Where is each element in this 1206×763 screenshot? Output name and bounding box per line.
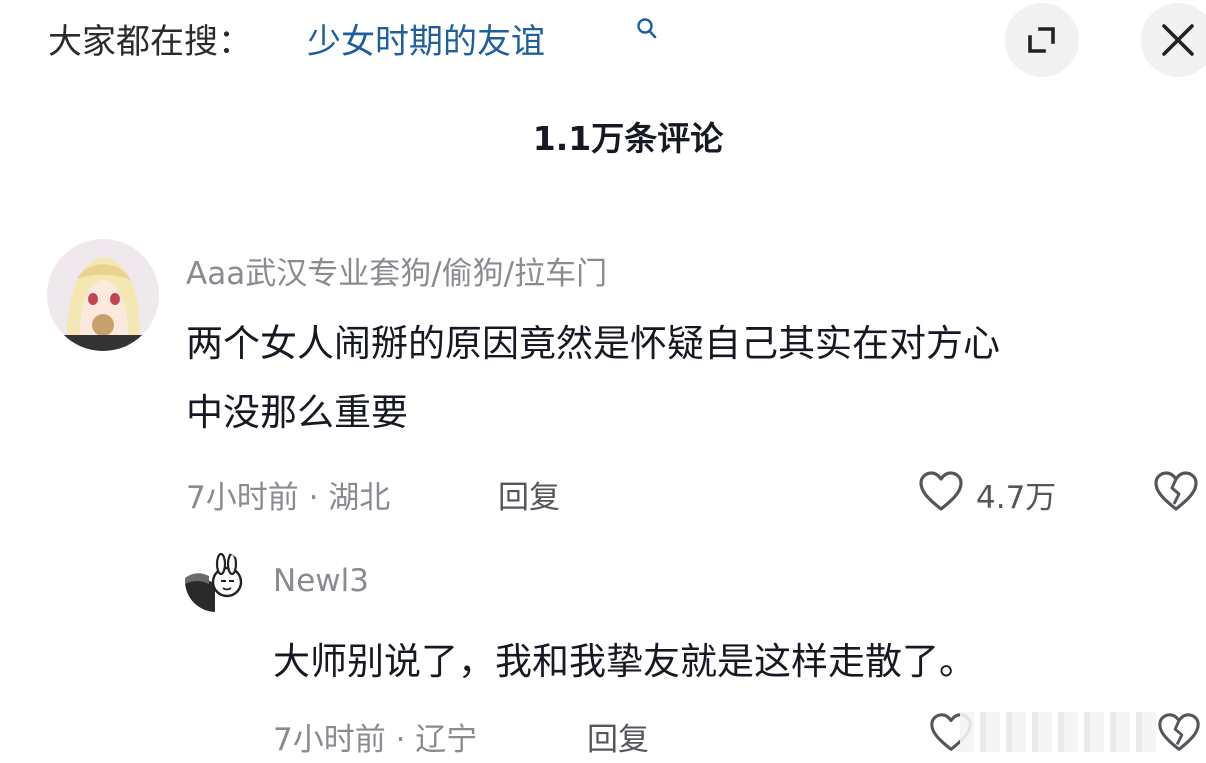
search-icon[interactable] [634,16,660,42]
comment-text: 两个女人闹掰的原因竟然是怀疑自己其实在对方心 中没那么重要 [186,309,1196,447]
reply-reply-button[interactable]: 回复 [587,714,649,759]
avatar[interactable] [47,239,159,351]
comment-text-line1: 两个女人闹掰的原因竟然是怀疑自己其实在对方心 [186,322,1000,365]
comment-count-title: 1.1万条评论 [532,119,724,158]
reply-avatar[interactable] [185,550,247,612]
comment-reply-button[interactable]: 回复 [498,472,560,517]
comment-username[interactable]: Aaa武汉专业套狗/偷狗/拉车门 [186,248,607,293]
reply-username[interactable]: Newl3 [273,563,369,599]
close-button[interactable] [1141,3,1206,77]
search-prefix: 大家都在搜： [48,22,252,62]
close-icon [1162,24,1194,56]
comment-like-count: 4.7万 [976,480,1057,516]
comment-text-line2: 中没那么重要 [186,391,408,434]
broken-heart-icon[interactable] [1152,468,1200,516]
expand-icon [1028,27,1055,53]
expand-button[interactable] [1005,3,1079,77]
heart-icon[interactable] [917,468,965,516]
reply-text: 大师别说了，我和我挚友就是这样走散了。 [273,640,976,683]
search-suggestion-link[interactable]: 少女时期的友谊 [307,14,545,63]
reply-broken-heart-icon[interactable] [1156,710,1202,756]
comment-time-location: 7小时前 · 湖北 [186,480,391,516]
blurred-region [960,712,1160,752]
top-bar: 大家都在搜： 少女时期的友谊 [0,0,1206,80]
reply-time-location: 7小时前 · 辽宁 [273,722,478,758]
